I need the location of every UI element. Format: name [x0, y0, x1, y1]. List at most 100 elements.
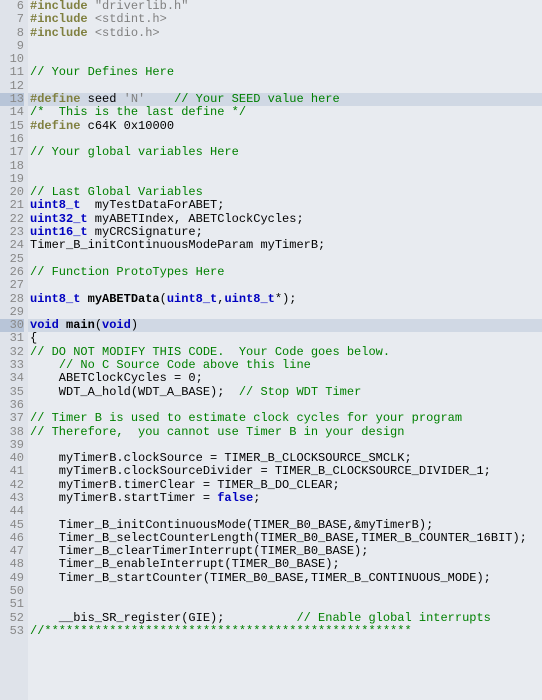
code-token: #include: [30, 12, 88, 26]
code-token: // Enable global interrupts: [296, 611, 490, 625]
code-token: main: [66, 318, 95, 332]
code-line[interactable]: uint32_t myABETIndex, ABETClockCycles;: [28, 213, 542, 226]
code-token: // Your SEED value here: [174, 92, 340, 106]
line-number: 37: [0, 412, 24, 425]
line-number: 53: [0, 625, 24, 638]
line-number: 52: [0, 612, 24, 625]
code-line[interactable]: Timer_B_selectCounterLength(TIMER_B0_BAS…: [28, 532, 542, 545]
code-line[interactable]: #include <stdio.h>: [28, 27, 542, 40]
code-line[interactable]: ABETClockCycles = 0;: [28, 372, 542, 385]
code-token: myTestDataForABET;: [80, 198, 224, 212]
code-line[interactable]: // No C Source Code above this line: [28, 359, 542, 372]
line-number: 8: [0, 27, 24, 40]
code-line[interactable]: myTimerB.timerClear = TIMER_B_DO_CLEAR;: [28, 479, 542, 492]
code-token: [80, 292, 87, 306]
code-token: myABETIndex, ABETClockCycles;: [88, 212, 304, 226]
code-token: 0x10000: [124, 119, 174, 133]
line-number: 16: [0, 133, 24, 146]
code-line[interactable]: Timer_B_clearTimerInterrupt(TIMER_B0_BAS…: [28, 545, 542, 558]
code-line[interactable]: // DO NOT MODIFY THIS CODE. Your Code go…: [28, 346, 542, 359]
code-token: Timer_B_initContinuousMode(TIMER_B0_BASE…: [30, 518, 433, 532]
code-editor[interactable]: 6789101112131415161718192021222324252627…: [0, 0, 542, 700]
code-token: // Therefore, you cannot use Timer B in …: [30, 425, 404, 439]
code-token: // No C Source Code above this line: [59, 358, 311, 372]
code-line[interactable]: Timer_B_initContinuousModeParam myTimerB…: [28, 239, 542, 252]
line-number: 22: [0, 213, 24, 226]
code-token: #include: [30, 26, 88, 40]
code-line[interactable]: // Last Global Variables: [28, 186, 542, 199]
code-token: myTimerB.clockSourceDivider = TIMER_B_CL…: [30, 464, 491, 478]
code-token: // Function ProtoTypes Here: [30, 265, 224, 279]
code-line[interactable]: /* This is the last define */: [28, 106, 542, 119]
code-line[interactable]: [28, 505, 542, 518]
code-line[interactable]: [28, 598, 542, 611]
code-token: myTimerB.timerClear = TIMER_B_DO_CLEAR;: [30, 478, 340, 492]
code-line[interactable]: [28, 133, 542, 146]
code-line[interactable]: Timer_B_enableInterrupt(TIMER_B0_BASE);: [28, 558, 542, 571]
code-line[interactable]: myTimerB.startTimer = false;: [28, 492, 542, 505]
code-token: myTimerB.clockSource = TIMER_B_CLOCKSOUR…: [30, 451, 412, 465]
code-line[interactable]: [28, 40, 542, 53]
code-token: uint8_t: [167, 292, 217, 306]
code-line[interactable]: void main(void): [28, 319, 542, 332]
code-line[interactable]: __bis_SR_register(GIE); // Enable global…: [28, 612, 542, 625]
code-token: [30, 358, 59, 372]
line-number: 50: [0, 585, 24, 598]
code-token: Timer_B_selectCounterLength(TIMER_B0_BAS…: [30, 531, 527, 545]
code-line[interactable]: [28, 173, 542, 186]
code-token: [88, 26, 95, 40]
line-number: 43: [0, 492, 24, 505]
code-token: uint32_t: [30, 212, 88, 226]
code-token: ABETClockCycles = 0;: [30, 371, 203, 385]
code-line[interactable]: [28, 53, 542, 66]
code-area[interactable]: #include "driverlib.h"#include <stdint.h…: [28, 0, 542, 700]
code-line[interactable]: #define seed 'N' // Your SEED value here: [28, 93, 542, 106]
code-token: [59, 318, 66, 332]
line-number: 26: [0, 266, 24, 279]
code-line[interactable]: [28, 253, 542, 266]
code-token: uint8_t: [30, 198, 80, 212]
code-line[interactable]: Timer_B_initContinuousMode(TIMER_B0_BASE…: [28, 519, 542, 532]
code-token: Timer_B_initContinuousModeParam myTimerB…: [30, 238, 325, 252]
line-number: 49: [0, 572, 24, 585]
code-line[interactable]: [28, 306, 542, 319]
code-line[interactable]: WDT_A_hold(WDT_A_BASE); // Stop WDT Time…: [28, 386, 542, 399]
code-line[interactable]: // Therefore, you cannot use Timer B in …: [28, 426, 542, 439]
code-line[interactable]: [28, 80, 542, 93]
code-token: (: [95, 318, 102, 332]
code-line[interactable]: uint8_t myABETData(uint8_t,uint8_t*);: [28, 293, 542, 306]
code-line[interactable]: myTimerB.clockSource = TIMER_B_CLOCKSOUR…: [28, 452, 542, 465]
code-token: ): [131, 318, 138, 332]
code-line[interactable]: // Your global variables Here: [28, 146, 542, 159]
code-line[interactable]: Timer_B_startCounter(TIMER_B0_BASE,TIMER…: [28, 572, 542, 585]
code-line[interactable]: // Function ProtoTypes Here: [28, 266, 542, 279]
line-number: 11: [0, 66, 24, 79]
code-line[interactable]: [28, 585, 542, 598]
code-token: Timer_B_enableInterrupt(TIMER_B0_BASE);: [30, 557, 340, 571]
code-line[interactable]: uint8_t myTestDataForABET;: [28, 199, 542, 212]
line-number: 36: [0, 399, 24, 412]
code-line[interactable]: [28, 439, 542, 452]
code-token: {: [30, 331, 37, 345]
code-line[interactable]: uint16_t myCRCSignature;: [28, 226, 542, 239]
code-line[interactable]: #include <stdint.h>: [28, 13, 542, 26]
code-line[interactable]: // Your Defines Here: [28, 66, 542, 79]
code-token: "driverlib.h": [95, 0, 189, 13]
line-number: 42: [0, 479, 24, 492]
code-token: 'N': [124, 92, 146, 106]
line-number: 38: [0, 426, 24, 439]
line-number: 17: [0, 146, 24, 159]
code-token: uint8_t: [30, 292, 80, 306]
code-line[interactable]: #define c64K 0x10000: [28, 120, 542, 133]
code-line[interactable]: #include "driverlib.h": [28, 0, 542, 13]
line-number: 20: [0, 186, 24, 199]
code-line[interactable]: [28, 279, 542, 292]
code-line[interactable]: {: [28, 332, 542, 345]
code-line[interactable]: // Timer B is used to estimate clock cyc…: [28, 412, 542, 425]
line-number: 10: [0, 53, 24, 66]
code-line[interactable]: [28, 160, 542, 173]
code-line[interactable]: myTimerB.clockSourceDivider = TIMER_B_CL…: [28, 465, 542, 478]
code-line[interactable]: [28, 399, 542, 412]
line-number: 34: [0, 372, 24, 385]
code-line[interactable]: //**************************************…: [28, 625, 542, 638]
